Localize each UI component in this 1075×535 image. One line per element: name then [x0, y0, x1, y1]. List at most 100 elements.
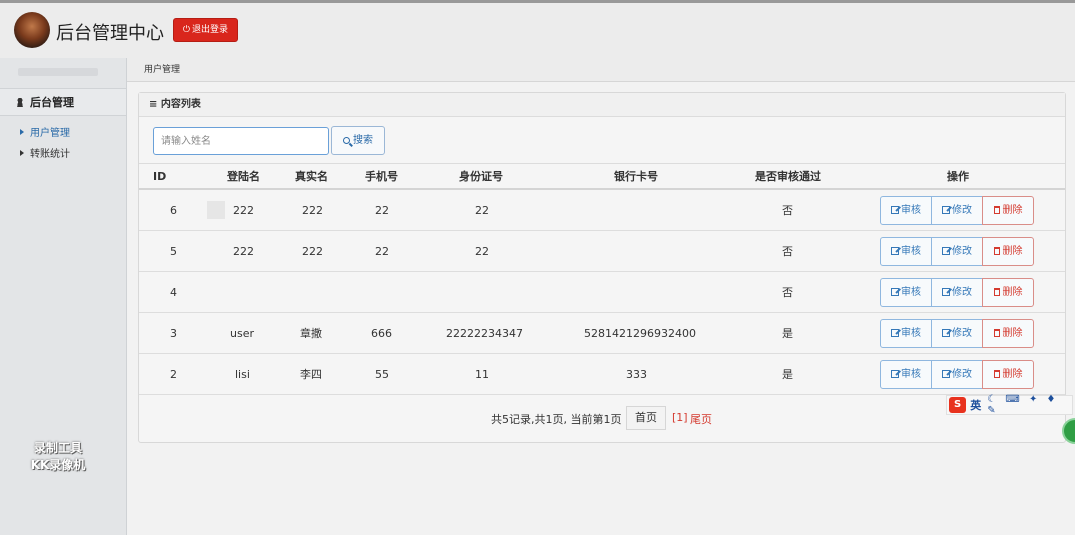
sidebar-section-header[interactable]: 后台管理 [0, 88, 126, 116]
column-header-bank-card: 银行卡号 [614, 170, 658, 183]
edit-button[interactable]: 修改 [931, 360, 983, 389]
cell-real-name: 章撒 [300, 327, 322, 340]
edit-button-label: 修改 [952, 287, 972, 298]
row-actions: 审核 修改 删除 [880, 319, 1035, 348]
recorder-watermark: 录制工具 KK录像机 [18, 440, 98, 474]
edit-icon [891, 247, 899, 255]
breadcrumb[interactable]: 用户管理 [144, 62, 180, 75]
last-page-link[interactable]: 尾页 [690, 411, 712, 427]
sidebar-item-transfer-stats[interactable]: 转账统计 [20, 145, 70, 160]
delete-button[interactable]: 删除 [982, 278, 1034, 307]
edit-icon [942, 288, 950, 296]
edit-button-label: 修改 [952, 246, 972, 257]
trash-icon [993, 288, 1000, 296]
audit-button[interactable]: 审核 [880, 319, 932, 348]
ime-toolbar[interactable]: S 英 ☾ ⌨ ✦ ♦ ✎ [946, 394, 1073, 416]
edit-button[interactable]: 修改 [931, 319, 983, 348]
audit-button[interactable]: 审核 [880, 278, 932, 307]
edit-icon [891, 370, 899, 378]
avatar [14, 12, 50, 48]
trash-icon [993, 329, 1000, 337]
column-header-phone: 手机号 [365, 170, 398, 183]
audit-button[interactable]: 审核 [880, 360, 932, 389]
edit-icon [942, 247, 950, 255]
edit-button[interactable]: 修改 [931, 278, 983, 307]
edit-button-label: 修改 [952, 205, 972, 216]
delete-button-label: 删除 [1002, 287, 1023, 298]
search-button-label: 搜索 [353, 135, 373, 146]
edit-button-label: 修改 [952, 369, 972, 380]
delete-button-label: 删除 [1002, 205, 1023, 216]
cell-phone: 22 [375, 245, 389, 258]
search-button[interactable]: 搜索 [331, 126, 385, 155]
delete-button[interactable]: 删除 [982, 196, 1034, 225]
power-icon: ⏻ [182, 25, 191, 35]
delete-button-label: 删除 [1002, 369, 1023, 380]
audit-button-label: 审核 [901, 205, 921, 216]
audit-button-label: 审核 [901, 287, 921, 298]
audit-button[interactable]: 审核 [880, 196, 932, 225]
current-page-link[interactable]: [1] [672, 411, 688, 424]
delete-button-label: 删除 [1002, 328, 1023, 339]
cell-id-card: 22 [475, 204, 489, 217]
breadcrumb-bar: 用户管理 [127, 58, 1075, 82]
row-actions: 审核 修改 删除 [880, 196, 1035, 225]
sidebar-item-label: 转账统计 [30, 149, 70, 160]
cell-audited: 否 [782, 204, 793, 217]
delete-button[interactable]: 删除 [982, 237, 1034, 266]
cell-id: 6 [170, 204, 177, 217]
user-icon [16, 98, 24, 107]
cell-login: lisi [235, 368, 250, 381]
edit-icon [942, 329, 950, 337]
edit-icon [942, 370, 950, 378]
column-header-actions: 操作 [947, 170, 969, 183]
cell-audited: 是 [782, 327, 793, 340]
table-row: 4 否 审核 修改 删除 [139, 272, 1065, 313]
ime-tools-icon[interactable]: ☾ ⌨ ✦ ♦ ✎ [987, 394, 1072, 416]
row-actions: 审核 修改 删除 [880, 237, 1035, 266]
ime-language-toggle[interactable]: 英 [970, 397, 981, 413]
trash-icon [993, 370, 1000, 378]
logout-button[interactable]: ⏻ 退出登录 [173, 18, 238, 42]
delete-button[interactable]: 删除 [982, 360, 1034, 389]
edit-icon [891, 288, 899, 296]
caret-right-icon [20, 129, 24, 135]
cell-id-card: 22 [475, 245, 489, 258]
row-actions: 审核 修改 删除 [880, 360, 1035, 389]
sidebar-item-user-management[interactable]: 用户管理 [20, 124, 70, 139]
column-header-id-card: 身份证号 [459, 170, 503, 183]
cell-id: 5 [170, 245, 177, 258]
logout-label: 退出登录 [192, 25, 229, 35]
sidebar-section-label: 后台管理 [30, 96, 74, 109]
content-panel: ≡ 内容列表 搜索 ID 登陆名 真实名 手机号 身份证号 银行卡号 是否审核通… [138, 92, 1066, 443]
cell-phone: 22 [375, 204, 389, 217]
edit-button[interactable]: 修改 [931, 196, 983, 225]
delete-button[interactable]: 删除 [982, 319, 1034, 348]
search-icon [343, 137, 350, 144]
sogou-logo-icon: S [949, 397, 967, 413]
cell-real-name: 222 [302, 245, 323, 258]
cell-audited: 是 [782, 368, 793, 381]
audit-button[interactable]: 审核 [880, 237, 932, 266]
first-page-button[interactable]: 首页 [626, 406, 666, 430]
watermark-line-2: KK录像机 [30, 458, 86, 472]
cell-id-card: 11 [475, 368, 489, 381]
audit-button-label: 审核 [901, 369, 921, 380]
app-title: 后台管理中心 [56, 23, 164, 44]
user-table: ID 登陆名 真实名 手机号 身份证号 银行卡号 是否审核通过 操作 6 222… [139, 163, 1065, 395]
cell-phone: 55 [375, 368, 389, 381]
cell-login: 222 [233, 204, 254, 217]
cell-bank-card: 5281421296932400 [584, 327, 696, 340]
column-header-real-name: 真实名 [295, 170, 328, 183]
edit-button[interactable]: 修改 [931, 237, 983, 266]
cell-audited: 否 [782, 286, 793, 299]
watermark-line-1: 录制工具 [33, 441, 82, 455]
cell-real-name: 李四 [300, 368, 322, 381]
cell-bank-card: 333 [626, 368, 647, 381]
row-actions: 审核 修改 删除 [880, 278, 1035, 307]
trash-icon [993, 206, 1000, 214]
sidebar-placeholder [18, 68, 98, 76]
search-input[interactable] [153, 127, 329, 155]
panel-title: ≡ 内容列表 [139, 93, 1065, 117]
trash-icon [993, 247, 1000, 255]
